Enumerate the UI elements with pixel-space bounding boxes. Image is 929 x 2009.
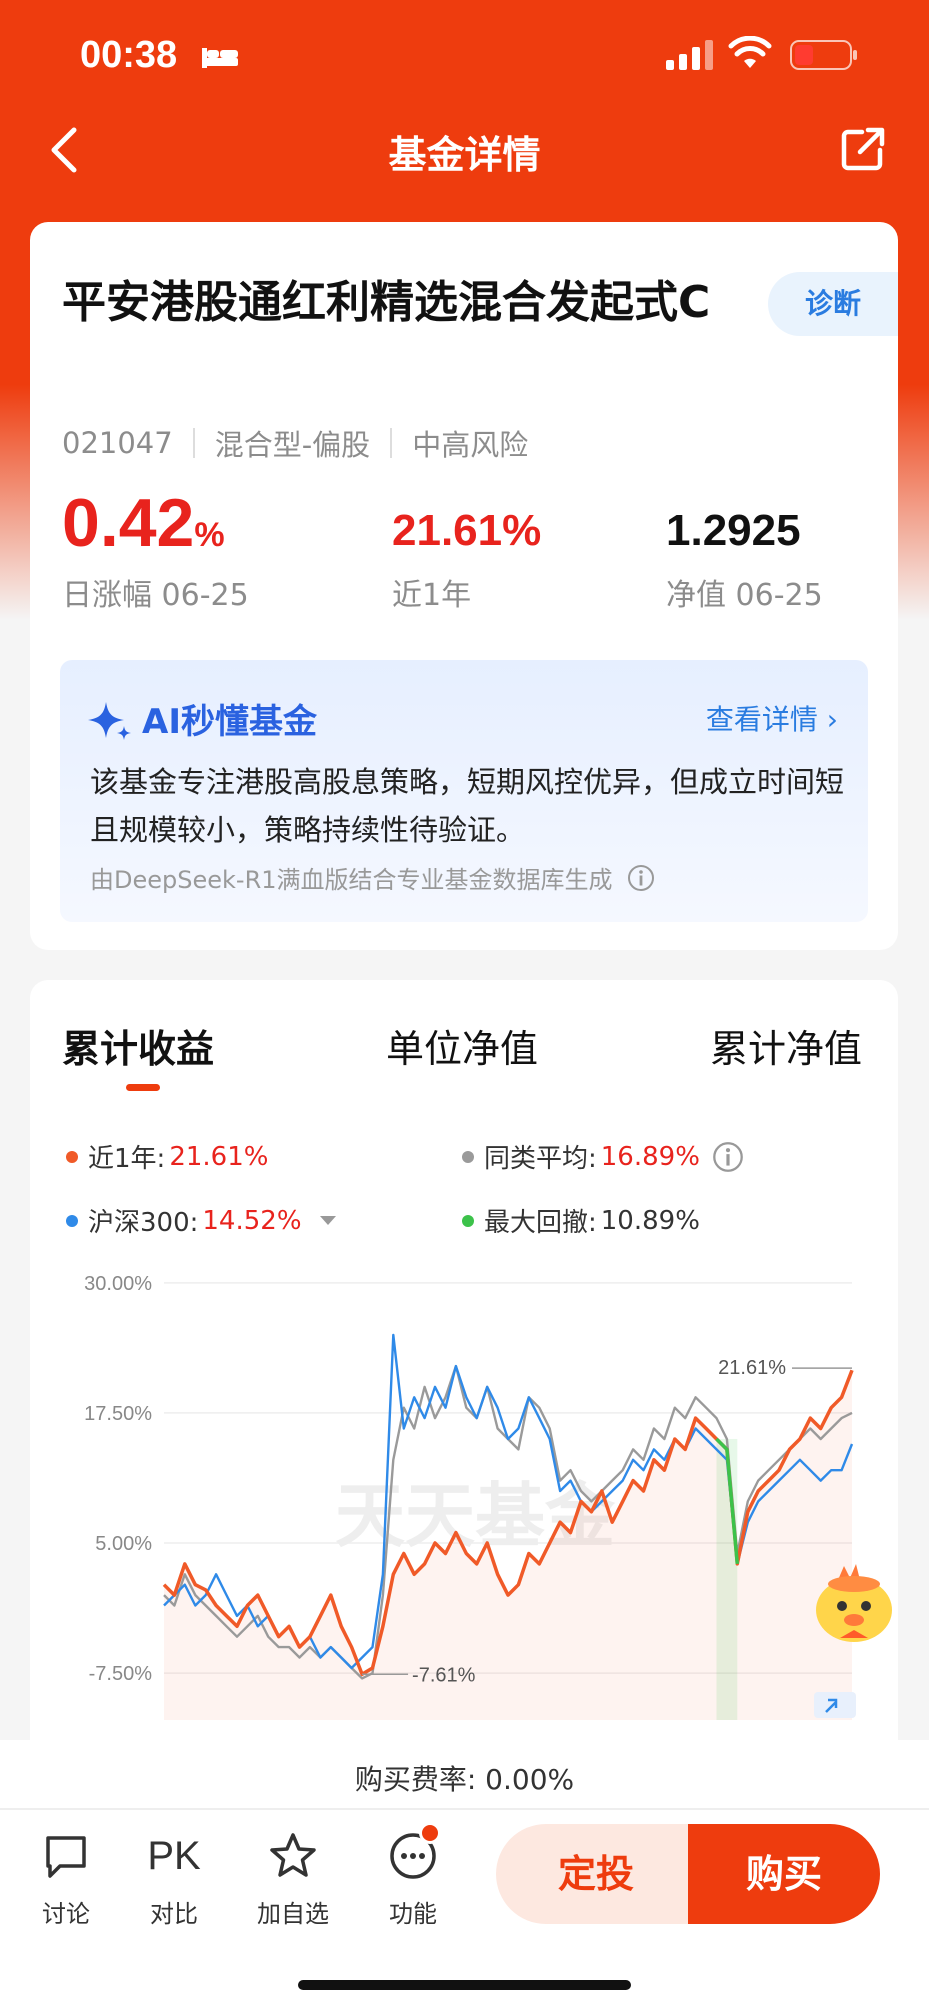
fund-risk: 中高风险 xyxy=(412,428,529,462)
info-icon[interactable] xyxy=(712,1141,744,1173)
share-icon[interactable] xyxy=(838,124,888,174)
active-tab-indicator xyxy=(126,1084,160,1091)
functions-label: 功能 xyxy=(389,1900,437,1928)
daily-change-unit: % xyxy=(194,516,225,554)
y-tick-label: -7.50% xyxy=(89,1663,153,1685)
add-watchlist-button[interactable]: 加自选 xyxy=(243,1830,343,1929)
ai-footnote-text: 由DeepSeek-R1满血版结合专业基金数据库生成 xyxy=(90,866,613,894)
legend-label: 沪深300: xyxy=(88,1208,199,1238)
nav-label: 净值 06-25 xyxy=(666,578,823,613)
y-tick-label: 5.00% xyxy=(95,1533,152,1555)
year-return-stat: 21.61% 近1年 xyxy=(392,506,541,614)
legend-value: 10.89% xyxy=(600,1205,700,1236)
tab-unit-nav[interactable]: 单位净值 xyxy=(386,1018,538,1073)
ai-footnote: 由DeepSeek-R1满血版结合专业基金数据库生成 xyxy=(90,860,655,895)
add-watchlist-label: 加自选 xyxy=(257,1900,329,1928)
max-annotation-label: 21.61% xyxy=(718,1357,786,1379)
nav-stat: 1.2925 净值 06-25 xyxy=(666,506,823,614)
sip-button[interactable]: 定投 xyxy=(496,1824,696,1924)
legend-item-peer-average: 同类平均: 16.89% xyxy=(462,1138,744,1175)
sleep-mode-icon xyxy=(202,48,238,68)
legend-label: 最大回撤: xyxy=(484,1208,597,1238)
drawdown-band xyxy=(716,1438,738,1720)
meta-divider xyxy=(390,428,393,458)
tab-cumulative-return[interactable]: 累计收益 xyxy=(62,1018,214,1073)
home-indicator xyxy=(298,1980,631,1990)
year-return-value: 21.61% xyxy=(392,506,542,555)
daily-change-stat: 0.42% 日涨幅 06-25 xyxy=(62,484,249,614)
legend-label: 同类平均: xyxy=(484,1144,597,1174)
daily-change-label: 日涨幅 06-25 xyxy=(62,578,249,613)
star-icon xyxy=(270,1833,316,1877)
ai-view-details-label: 查看详情 xyxy=(705,703,818,736)
functions-button[interactable]: 功能 xyxy=(363,1822,463,1929)
legend-dot xyxy=(462,1150,474,1163)
fund-meta: 021047 混合型-偏股 中高风险 xyxy=(62,422,528,464)
y-tick-label: 30.00% xyxy=(84,1273,152,1295)
discuss-button[interactable]: 讨论 xyxy=(16,1830,116,1929)
sparkle-icon xyxy=(88,702,131,740)
year-return-label: 近1年 xyxy=(392,578,472,613)
y-tick-label: 17.50% xyxy=(84,1403,152,1425)
daily-change-value: 0.42 xyxy=(62,485,195,561)
legend-value: 16.89% xyxy=(600,1141,700,1172)
diagnose-button[interactable]: 诊断 xyxy=(768,272,898,336)
legend-label: 近1年: xyxy=(88,1144,166,1174)
dropdown-caret-icon[interactable] xyxy=(319,1216,336,1225)
fund-code: 021047 xyxy=(62,426,173,460)
meta-divider xyxy=(192,428,195,458)
mascot-chick-icon[interactable] xyxy=(808,1558,900,1646)
wifi-icon xyxy=(728,36,772,68)
chart-tabs: 累计收益 单位净值 累计净值 xyxy=(30,1018,898,1078)
chat-bubble-icon xyxy=(46,1836,86,1878)
ai-summary-box[interactable]: AI秒懂基金 查看详情 › 该基金专注港股高股息策略，短期风控优异，但成立时间短… xyxy=(60,660,868,922)
legend-value: 14.52% xyxy=(202,1205,302,1236)
navigation-bar: 基金详情 xyxy=(0,110,929,190)
page-title: 基金详情 xyxy=(388,133,541,177)
ai-title: AI秒懂基金 xyxy=(142,702,317,742)
tab-cumulative-nav[interactable]: 累计净值 xyxy=(710,1018,862,1073)
discuss-label: 讨论 xyxy=(42,1900,90,1928)
legend-dot xyxy=(66,1150,78,1163)
notification-badge xyxy=(419,1822,441,1844)
compare-button[interactable]: PK 对比 xyxy=(124,1830,224,1929)
info-icon[interactable] xyxy=(627,864,655,892)
battery-icon xyxy=(790,40,857,70)
bottom-divider xyxy=(0,1808,929,1810)
fund-info-card: 平安港股通红利精选混合发起式C 诊断 021047 混合型-偏股 中高风险 0.… xyxy=(30,222,898,950)
ai-view-details-link[interactable]: 查看详情 › xyxy=(706,698,838,738)
legend-dot xyxy=(462,1214,474,1227)
compare-label: 对比 xyxy=(150,1900,198,1928)
status-bar: 00:38 xyxy=(0,0,929,110)
min-annotation-label: -7.61% xyxy=(412,1664,476,1686)
legend-item-fund: 近1年: 21.61% xyxy=(66,1138,268,1175)
status-time: 00:38 xyxy=(80,34,178,76)
legend-value: 21.61% xyxy=(169,1141,269,1172)
chevron-right-icon: › xyxy=(817,703,838,736)
legend-item-csi300[interactable]: 沪深300: 14.52% xyxy=(66,1202,336,1239)
cellular-signal-icon xyxy=(666,40,713,70)
ai-summary-text: 该基金专注港股高股息策略，短期风控优异，但成立时间短且规模较小，策略持续性待验证… xyxy=(90,765,845,847)
nav-value: 1.2925 xyxy=(666,506,801,555)
fund-type: 混合型-偏股 xyxy=(214,428,371,462)
fund-name: 平安港股通红利精选混合发起式C xyxy=(62,277,711,328)
cumulative-return-chart[interactable]: 30.00%17.50%5.00%-7.50%天天基金21.61%-7.61% xyxy=(30,1250,898,1730)
purchase-fee-rate: 购买费率: 0.00% xyxy=(354,1763,575,1796)
legend-dot xyxy=(66,1214,78,1227)
legend-item-max-drawdown: 最大回撤: 10.89% xyxy=(462,1202,700,1239)
buy-button[interactable]: 购买 xyxy=(688,1824,880,1924)
pk-icon: PK xyxy=(147,1834,201,1878)
